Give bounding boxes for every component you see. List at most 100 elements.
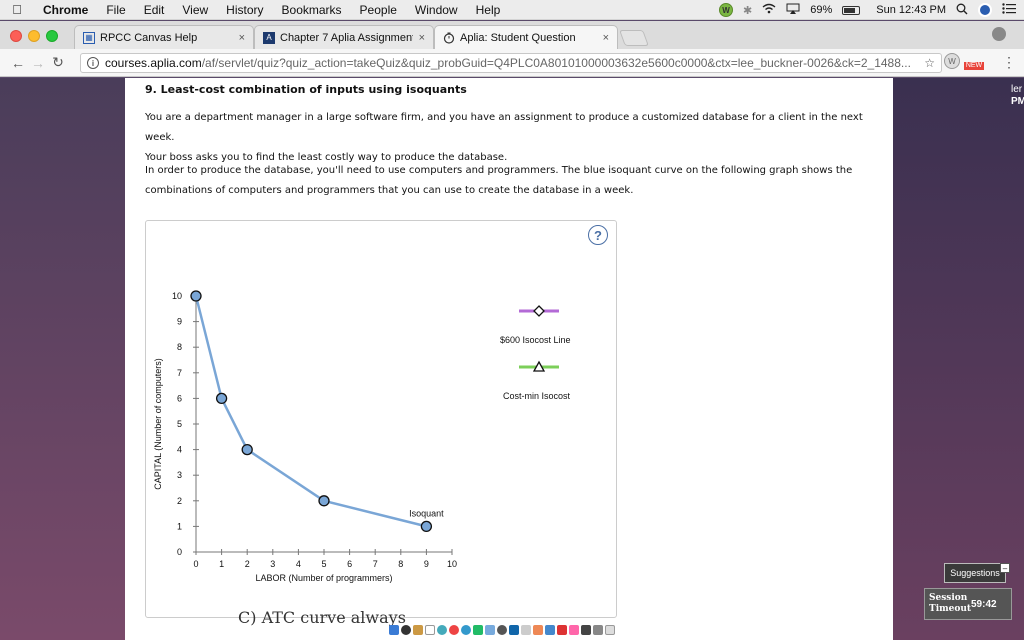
close-tab-icon[interactable]: × (419, 32, 425, 44)
edge-text: ler (1011, 84, 1023, 95)
zoom-window-button[interactable] (46, 30, 58, 42)
close-window-button[interactable] (10, 30, 22, 42)
y-tick-label: 1 (177, 521, 182, 531)
suggestions-close-icon[interactable]: – (1000, 563, 1010, 573)
x-tick-label: 0 (193, 559, 198, 569)
x-tick-label: 6 (347, 559, 352, 569)
help-button[interactable]: ? (588, 225, 608, 245)
x-tick-label: 3 (270, 559, 275, 569)
menu-history[interactable]: History (217, 3, 272, 17)
dock-icons (385, 620, 640, 640)
extension-w-icon[interactable]: W (719, 3, 734, 17)
dock-app-icon[interactable] (437, 625, 447, 635)
dock-app-icon[interactable] (593, 625, 603, 635)
dock-app-icon[interactable] (389, 625, 399, 635)
new-tab-button[interactable] (619, 30, 649, 46)
dock-app-icon[interactable] (521, 625, 531, 635)
back-icon[interactable]: ← (8, 55, 28, 71)
dock-app-icon[interactable] (509, 625, 519, 635)
x-tick-label: 8 (398, 559, 403, 569)
graph-container: 0 1 2 3 4 5 6 7 8 9 10 0 1 2 3 4 5 6 7 8 9 10 LABOR (Number of… (145, 220, 617, 618)
mac-menubar:  Chrome File Edit View History Bookmark… (0, 0, 1024, 20)
session-timeout-widget: Session Timeout 59:42 (924, 588, 1012, 620)
y-tick-label: 4 (177, 445, 182, 455)
suggestions-button[interactable]: Suggestions (944, 563, 1006, 583)
info-icon[interactable]: i (87, 57, 99, 69)
dock-app-icon[interactable] (485, 625, 495, 635)
bookmark-star-icon[interactable]: ☆ (924, 56, 935, 70)
x-tick-label: 4 (296, 559, 301, 569)
notification-center-icon[interactable] (1002, 3, 1016, 17)
extension-w-toolbar-icon[interactable]: W (944, 53, 962, 71)
isoquant-line (194, 295, 427, 528)
wifi-icon[interactable] (762, 3, 776, 17)
close-tab-icon[interactable]: × (603, 32, 609, 44)
menu-window[interactable]: Window (406, 3, 467, 17)
menu-help[interactable]: Help (467, 3, 510, 17)
reload-icon[interactable]: ↻ (48, 54, 68, 71)
dock-app-icon[interactable] (473, 625, 483, 635)
dock-app-icon[interactable] (497, 625, 507, 635)
user-avatar-icon[interactable] (978, 3, 992, 17)
menu-bookmarks[interactable]: Bookmarks (273, 3, 351, 17)
bluetooth-icon[interactable]: ✱ (743, 4, 752, 17)
y-tick-label: 3 (177, 470, 182, 480)
paragraph-line: In order to produce the database, you'll… (145, 165, 853, 176)
clock[interactable]: Sun 12:43 PM (876, 4, 946, 16)
question-paragraph-1: You are a department manager in a large … (145, 108, 875, 168)
question-page: 9. Least-cost combination of inputs usin… (125, 78, 893, 620)
tab-aplia-student-question[interactable]: Aplia: Student Question × (434, 25, 618, 49)
tab-label: RPCC Canvas Help (100, 31, 198, 44)
isoquant-label: Isoquant (409, 508, 444, 518)
address-bar[interactable]: i courses.aplia.com /af/servlet/quiz?qui… (80, 53, 942, 73)
profile-icon[interactable] (992, 27, 1006, 41)
menu-file[interactable]: File (97, 3, 134, 17)
paragraph-line: You are a department manager in a large … (145, 112, 863, 143)
tab-label: Aplia: Student Question (460, 31, 576, 44)
x-axis-label: LABOR (Number of programmers) (255, 573, 392, 583)
y-tick-label: 5 (177, 419, 182, 429)
spotlight-icon[interactable] (956, 3, 968, 18)
dock-app-icon[interactable] (569, 625, 579, 635)
dock-app-icon[interactable] (449, 625, 459, 635)
window-controls (10, 30, 58, 42)
tab-chapter7-aplia[interactable]: A Chapter 7 Aplia Assignment × (254, 25, 434, 49)
forward-icon[interactable]: → (28, 55, 48, 71)
dock-app-icon[interactable] (581, 625, 591, 635)
x-tick-label: 5 (321, 559, 326, 569)
y-tick-label: 10 (172, 291, 182, 301)
menu-app[interactable]: Chrome (34, 3, 97, 17)
x-tick-label: 1 (219, 559, 224, 569)
timer-favicon-icon (443, 32, 455, 44)
dock-app-icon[interactable] (533, 625, 543, 635)
airplay-icon[interactable] (786, 3, 800, 17)
legend-isocost-line-icon[interactable] (517, 304, 561, 318)
menu-people[interactable]: People (351, 3, 406, 17)
y-tick-label: 2 (177, 496, 182, 506)
minimize-window-button[interactable] (28, 30, 40, 42)
dock-app-icon[interactable] (545, 625, 555, 635)
dock-app-icon[interactable] (557, 625, 567, 635)
dock-app-icon[interactable] (425, 625, 435, 635)
menu-view[interactable]: View (173, 3, 217, 17)
legend-cost-min-icon[interactable] (517, 360, 561, 374)
tab-rpcc-canvas-help[interactable]: ▦ RPCC Canvas Help × (74, 25, 254, 49)
y-tick-label: 9 (177, 317, 182, 327)
dock-app-icon[interactable] (401, 625, 411, 635)
dock-app-icon[interactable] (461, 625, 471, 635)
battery-icon[interactable] (842, 5, 861, 15)
dock-app-icon[interactable] (413, 625, 423, 635)
close-tab-icon[interactable]: × (239, 32, 245, 44)
browser-toolbar: ← → ↻ i courses.aplia.com /af/servlet/qu… (0, 49, 1024, 77)
menu-edit[interactable]: Edit (135, 3, 174, 17)
y-axis-label: CAPITAL (Number of computers) (153, 358, 163, 490)
session-timer: 59:42 (971, 598, 997, 610)
aplia-favicon-icon: A (263, 31, 275, 44)
browser-menu-icon[interactable]: ⋮ (1002, 54, 1016, 71)
apple-icon[interactable]:  (0, 2, 34, 17)
trash-icon[interactable] (605, 625, 615, 635)
legend-label-isocost: $600 Isocost Line (500, 335, 571, 345)
isoquant-chart[interactable]: 0 1 2 3 4 5 6 7 8 9 10 0 1 2 3 4 5 6 7 8 9 10 LABOR (Number of… (146, 221, 618, 619)
extension-new-icon[interactable]: NEW (964, 53, 984, 71)
isoquant-point (318, 495, 330, 507)
